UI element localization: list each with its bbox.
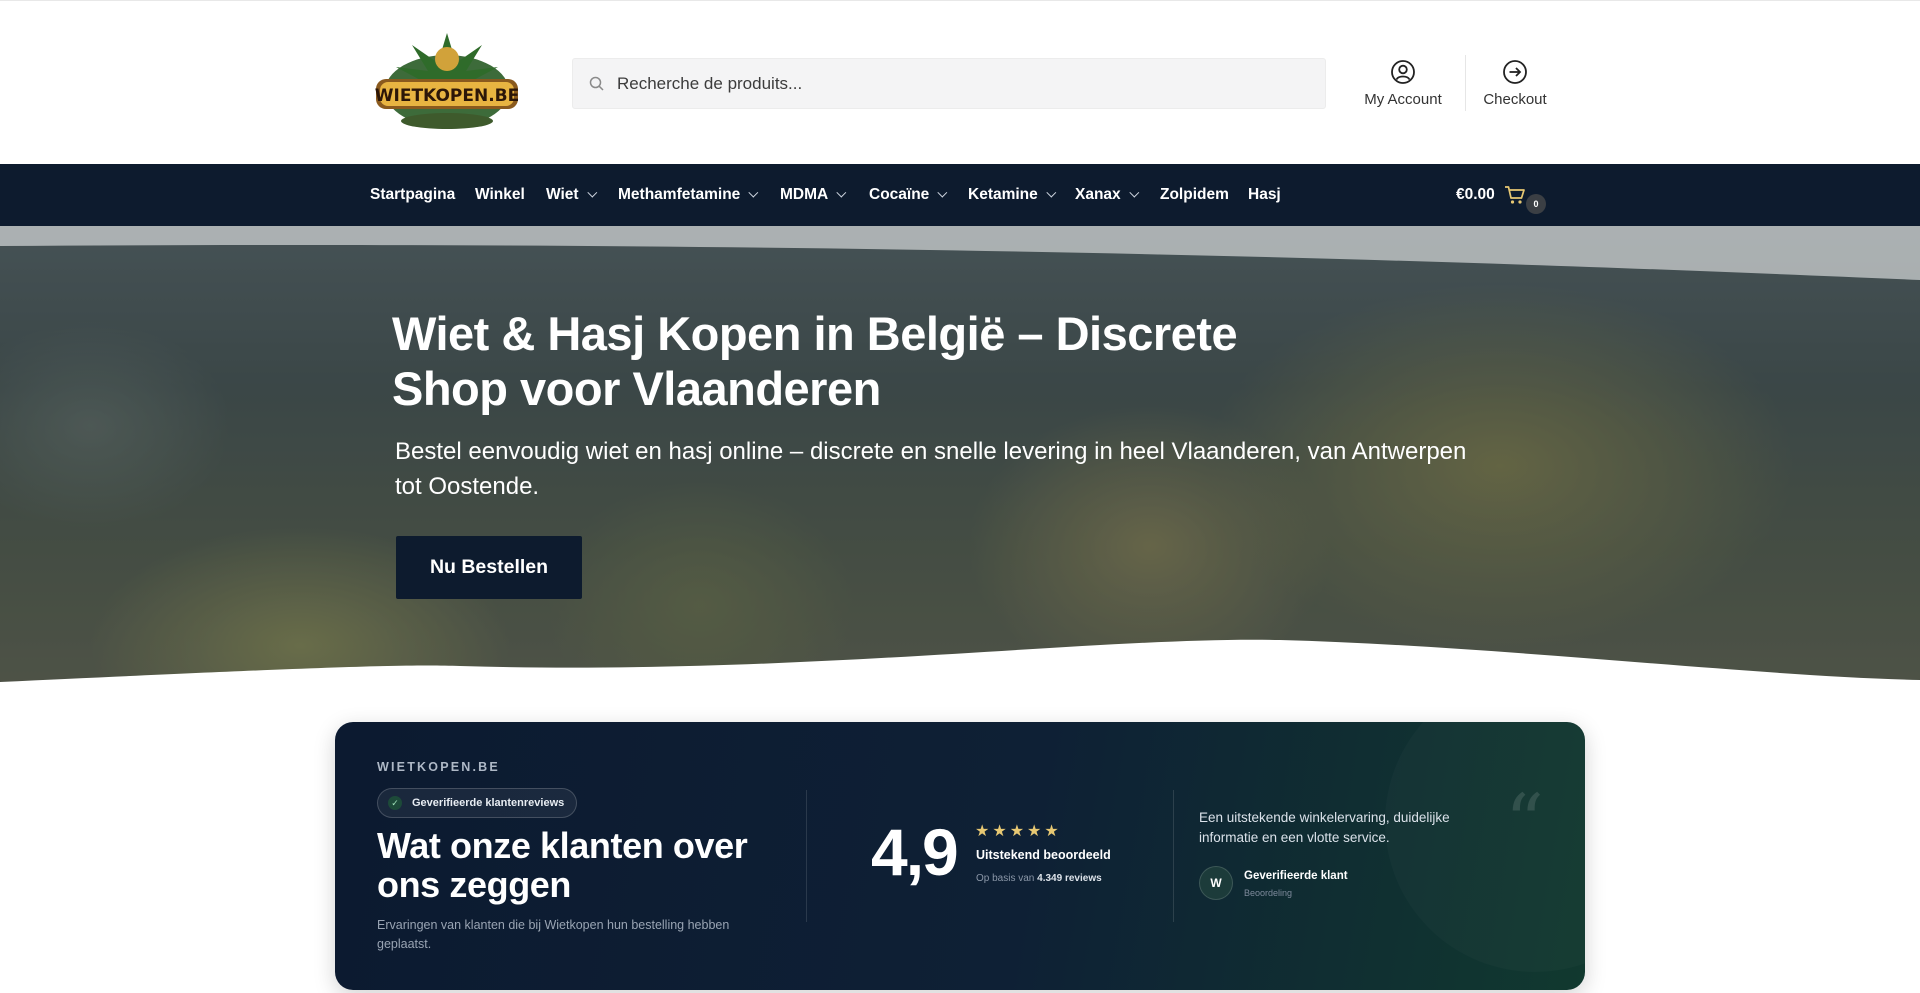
main-navigation: Startpagina Winkel Wiet Methamfetamine M… — [0, 164, 1920, 226]
nav-item-zolpidem[interactable]: Zolpidem — [1160, 164, 1229, 226]
chevron-down-icon — [586, 187, 597, 198]
reviews-brand: WIETKOPEN.BE — [377, 760, 500, 774]
site-header: WIETKOPEN.BE My Account Checkout — [0, 0, 1920, 164]
hero-title: Wiet & Hasj Kopen in België – Discrete S… — [392, 307, 1238, 415]
nav-label: Zolpidem — [1160, 186, 1229, 203]
reviewer-role: Beoordeling — [1244, 888, 1293, 898]
arrow-circle-icon — [1503, 60, 1527, 84]
checkout-link[interactable]: Checkout — [1465, 59, 1565, 108]
my-account-label: My Account — [1364, 91, 1442, 108]
reviews-divider — [806, 790, 807, 922]
reviews-card: WIETKOPEN.BE ✓ Geverifieerde klantenrevi… — [335, 722, 1585, 990]
hero-bottom-wave — [0, 639, 1920, 686]
nav-item-mdma[interactable]: MDMA — [780, 164, 847, 226]
nav-item-methamfetamine[interactable]: Methamfetamine — [618, 164, 759, 226]
hero-section: Wiet & Hasj Kopen in België – Discrete S… — [0, 226, 1920, 686]
chevron-down-icon — [836, 187, 847, 198]
search-icon — [589, 76, 604, 91]
nav-item-hasj[interactable]: Hasj — [1248, 164, 1281, 226]
star-rating-icon: ★★★★★ — [975, 823, 1062, 840]
reviewer-name: Geverifieerde klant — [1244, 870, 1348, 882]
nav-item-wiet[interactable]: Wiet — [546, 164, 597, 226]
search-bar[interactable] — [572, 58, 1326, 109]
rating-score: 4,9 — [871, 815, 959, 889]
nav-item-xanax[interactable]: Xanax — [1075, 164, 1139, 226]
verified-reviews-badge: ✓ Geverifieerde klantenreviews — [377, 788, 578, 818]
cart-button[interactable]: €0.00 0 — [1456, 164, 1546, 226]
logo-image: WIETKOPEN.BE — [375, 33, 519, 129]
review-quote: Een uitstekende winkelervaring, duidelij… — [1199, 810, 1450, 845]
cart-count-badge: 0 — [1526, 194, 1546, 214]
reviewer-avatar: W — [1199, 866, 1233, 900]
nav-item-cocaine[interactable]: Cocaïne — [869, 164, 948, 226]
nav-label: Ketamine — [968, 186, 1038, 203]
chevron-down-icon — [937, 187, 948, 198]
nav-item-startpagina[interactable]: Startpagina — [370, 164, 455, 226]
order-now-button[interactable]: Nu Bestellen — [396, 536, 582, 599]
badge-label: Geverifieerde klantenreviews — [412, 797, 565, 809]
nav-label: MDMA — [780, 186, 829, 203]
chevron-down-icon — [1129, 187, 1139, 198]
review-count-value: 4.349 reviews — [1037, 873, 1102, 884]
hero-top-wave — [0, 226, 1920, 280]
chevron-down-icon — [748, 187, 759, 198]
reviews-divider — [1173, 790, 1174, 922]
nav-label: Cocaïne — [869, 186, 930, 203]
nav-item-ketamine[interactable]: Ketamine — [968, 164, 1057, 226]
quote-mark-icon: “ — [1505, 777, 1544, 866]
svg-text:WIETKOPEN.BE: WIETKOPEN.BE — [375, 86, 519, 106]
site-logo[interactable]: WIETKOPEN.BE — [370, 29, 524, 133]
my-account-link[interactable]: My Account — [1353, 59, 1453, 108]
nav-label: Startpagina — [370, 186, 456, 203]
user-circle-icon — [1391, 60, 1415, 84]
review-count: Op basis van 4.349 reviews — [976, 873, 1102, 884]
nav-label: Xanax — [1075, 186, 1121, 203]
checkout-label: Checkout — [1483, 91, 1547, 108]
search-input[interactable] — [617, 59, 1307, 108]
nav-label: Methamfetamine — [618, 186, 741, 203]
nav-label: Hasj — [1248, 186, 1281, 203]
nav-label: Wiet — [546, 186, 579, 203]
chevron-down-icon — [1046, 187, 1057, 198]
check-icon: ✓ — [388, 796, 402, 810]
review-count-prefix: Op basis van — [976, 873, 1035, 884]
reviews-title: Wat onze klanten over ons zeggen — [377, 825, 748, 905]
rating-label: Uitstekend beoordeeld — [976, 848, 1111, 862]
cart-icon — [1505, 186, 1525, 204]
cart-total: €0.00 — [1456, 186, 1495, 203]
reviews-description: Ervaringen van klanten die bij Wietkopen… — [377, 918, 730, 951]
nav-label: Winkel — [475, 186, 525, 203]
nav-item-winkel[interactable]: Winkel — [475, 164, 525, 226]
hero-subtitle: Bestel eenvoudig wiet en hasj online – d… — [395, 438, 1467, 500]
